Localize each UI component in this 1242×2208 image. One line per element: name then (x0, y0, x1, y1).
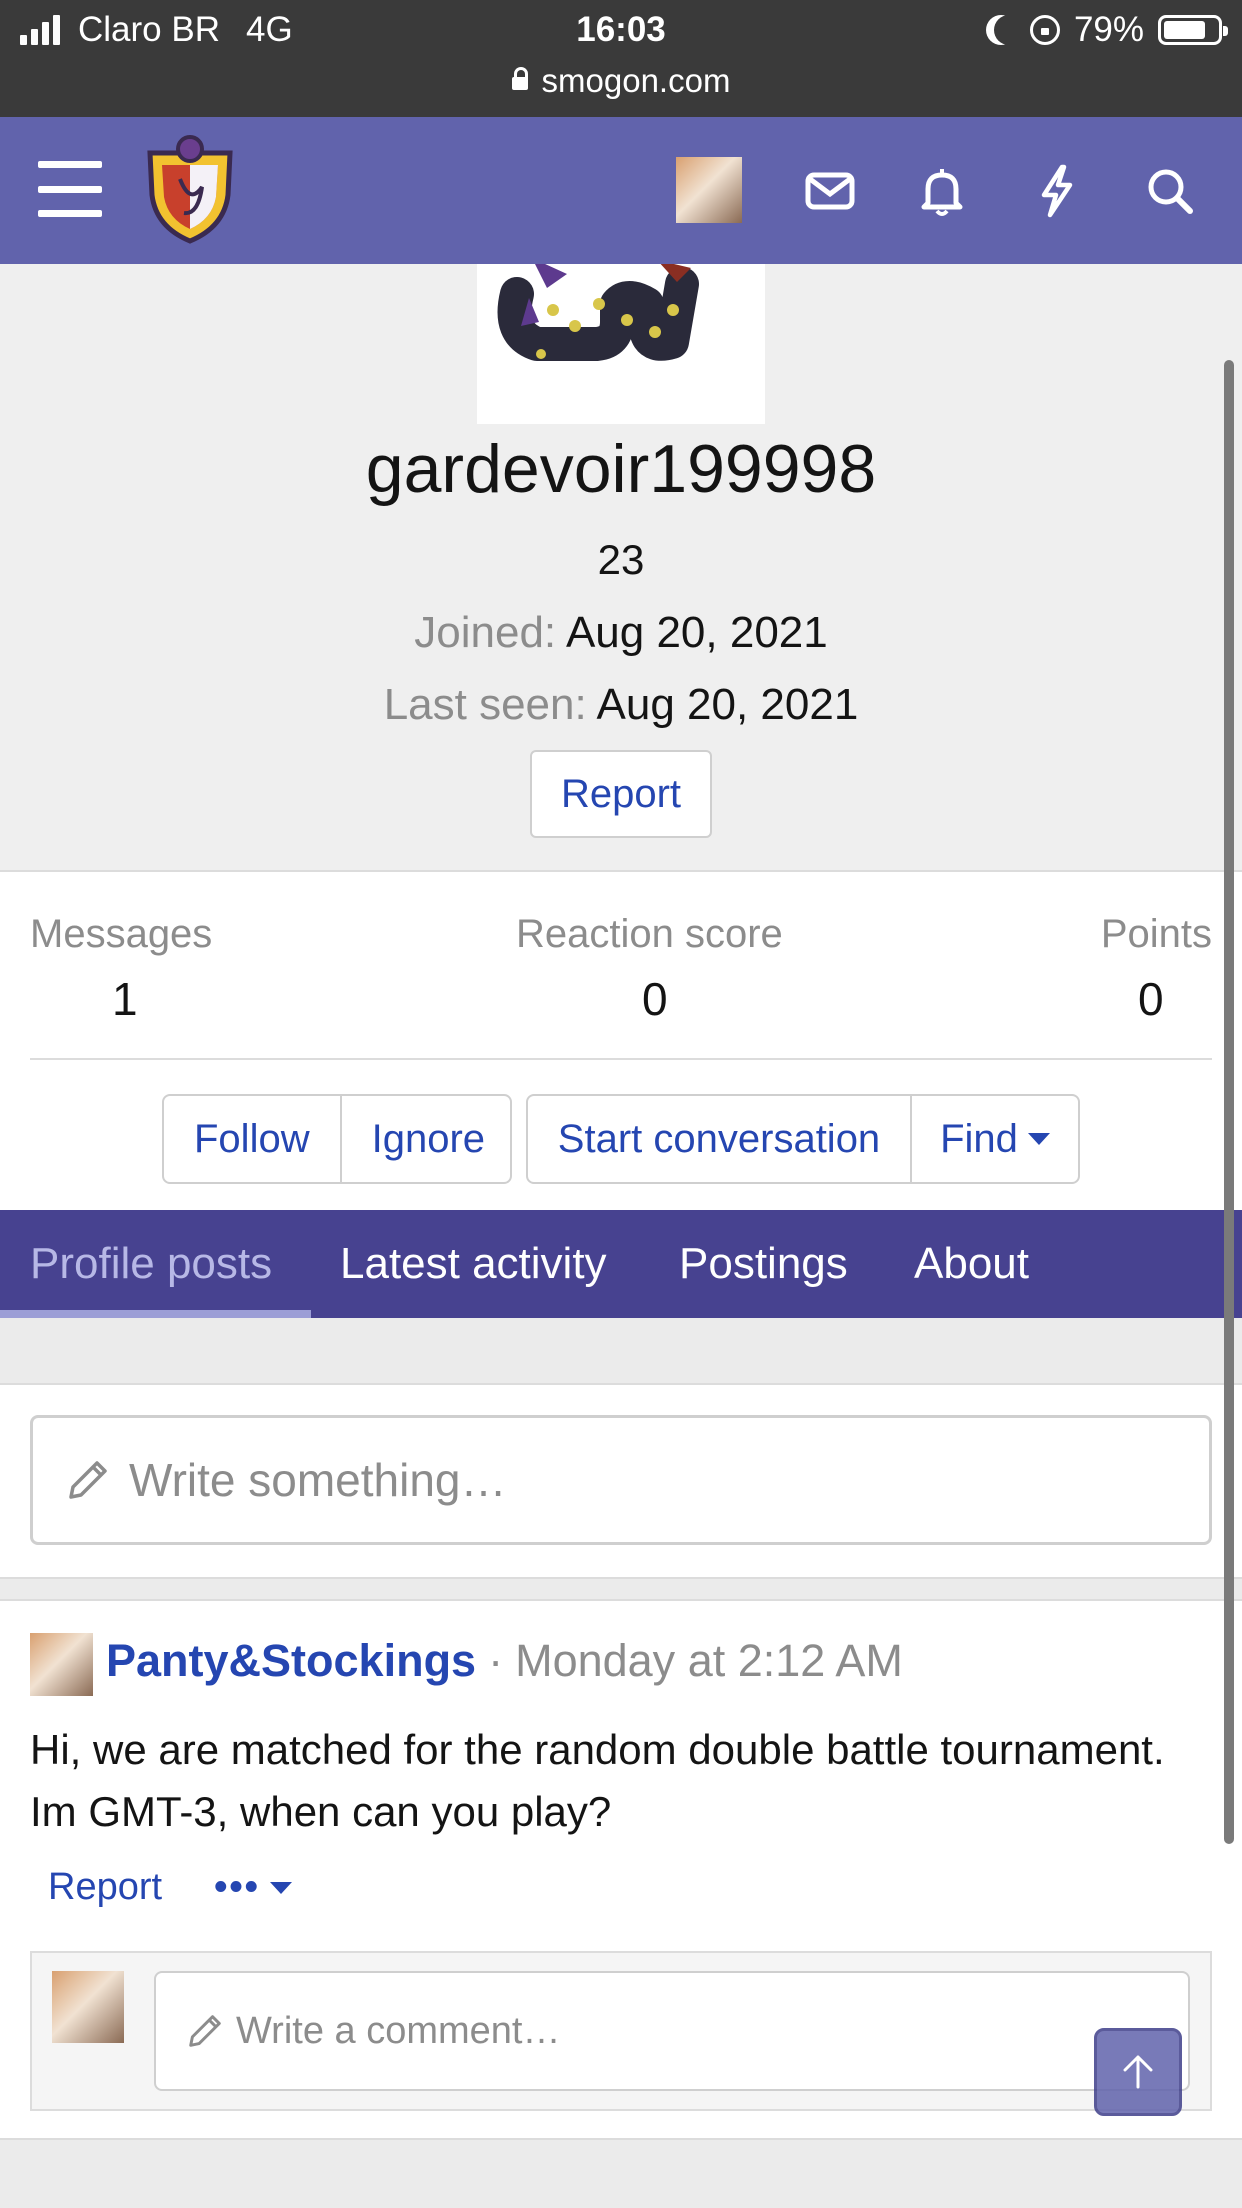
comment-area: Write a comment… (30, 1951, 1212, 2111)
messages-label: Messages (30, 912, 213, 956)
active-tab-indicator (0, 1310, 311, 1318)
report-post-link[interactable]: Report (48, 1866, 162, 1909)
reaction-score-value: 0 (642, 973, 668, 1025)
profile-header: gardevoir199998 23 Joined: Aug 20, 2021 … (0, 258, 1242, 870)
search-icon[interactable] (1140, 161, 1200, 221)
profile-post: Panty&Stockings · Monday at 2:12 AM Hi, … (0, 1599, 1242, 2140)
composer-placeholder: Write something… (129, 1454, 507, 1506)
comment-placeholder: Write a comment… (236, 2009, 561, 2052)
lightning-icon[interactable] (1026, 161, 1086, 221)
envelope-icon[interactable] (800, 161, 860, 221)
url-text: smogon.com (541, 62, 731, 99)
profile-avatar-image (497, 258, 699, 361)
joined-label: Joined: (414, 608, 557, 657)
report-profile-button[interactable]: Report (530, 750, 712, 838)
profile-stats: Messages 1 Reaction score 0 Points 0 Fol… (0, 870, 1242, 1210)
tab-postings[interactable]: Postings (679, 1210, 848, 1318)
write-something-input[interactable]: Write something… (30, 1415, 1212, 1545)
post-author-link[interactable]: Panty&Stockings (106, 1635, 476, 1687)
moon-icon (994, 15, 1024, 45)
arrow-up-icon (1123, 2055, 1153, 2089)
menu-icon[interactable] (38, 161, 102, 217)
post-body: Hi, we are matched for the random double… (30, 1726, 1165, 1835)
find-label: Find (940, 1116, 1018, 1161)
post-header: Panty&Stockings · Monday at 2:12 AM (106, 1635, 903, 1687)
post-timestamp[interactable]: Monday at 2:12 AM (515, 1635, 903, 1687)
status-bar: Claro BR 4G 16:03 smogon.com 79% (0, 0, 1242, 117)
last-seen-value: Aug 20, 2021 (596, 680, 859, 729)
points-label: Points (1100, 912, 1212, 956)
last-seen-label: Last seen: (383, 680, 587, 729)
reaction-score-label: Reaction score (516, 912, 783, 956)
joined-value: Aug 20, 2021 (565, 608, 828, 657)
user-avatar[interactable] (676, 157, 742, 223)
chevron-down-icon (1027, 1133, 1050, 1145)
back-to-top-button[interactable] (1094, 2028, 1182, 2116)
last-seen-row: Last seen: Aug 20, 2021 (0, 680, 1242, 730)
pencil-icon (189, 2015, 221, 2047)
find-dropdown[interactable]: Find (910, 1096, 1078, 1182)
post-author-avatar[interactable] (30, 1633, 93, 1696)
site-logo[interactable] (140, 135, 240, 245)
follow-button[interactable]: Follow (164, 1096, 340, 1182)
pencil-icon (69, 1461, 107, 1499)
post-actions: Report ••• (48, 1866, 292, 1909)
rotation-lock-icon (1029, 15, 1060, 45)
profile-tabs: Profile posts Latest activity Postings A… (0, 1210, 1242, 1318)
write-comment-input[interactable]: Write a comment… (154, 1971, 1190, 2091)
lock-icon (511, 67, 528, 90)
tab-about[interactable]: About (914, 1210, 1029, 1318)
ignore-button[interactable]: Ignore (339, 1096, 510, 1182)
status-right: 79% (976, 10, 1228, 50)
tab-latest-activity[interactable]: Latest activity (340, 1210, 607, 1318)
conversation-find-group: Start conversation Find (526, 1094, 1080, 1184)
profile-username: gardevoir199998 (365, 431, 877, 507)
post-meta-separator: · (488, 1635, 504, 1686)
battery-icon (1158, 15, 1228, 45)
start-conversation-button[interactable]: Start conversation (528, 1096, 910, 1182)
profile-avatar[interactable] (477, 258, 765, 424)
profile-post-composer: Write something… (0, 1383, 1242, 1579)
chevron-down-icon (269, 1881, 292, 1894)
bell-icon[interactable] (912, 161, 972, 221)
follow-ignore-group: Follow Ignore (162, 1094, 512, 1184)
page-scrollbar[interactable] (1224, 360, 1234, 1844)
address-bar[interactable]: smogon.com (0, 62, 1242, 100)
tab-profile-posts[interactable]: Profile posts (30, 1210, 272, 1318)
more-icon: ••• (214, 1866, 260, 1908)
more-options-button[interactable]: ••• (214, 1866, 292, 1909)
messages-value[interactable]: 1 (112, 972, 138, 1026)
commenter-avatar (52, 1971, 124, 2043)
profile-age: 23 (597, 536, 645, 583)
battery-percent: 79% (1073, 10, 1144, 49)
top-navbar (0, 117, 1242, 264)
divider (30, 1058, 1212, 1060)
points-value: 0 (1138, 973, 1164, 1025)
joined-row: Joined: Aug 20, 2021 (0, 608, 1242, 658)
